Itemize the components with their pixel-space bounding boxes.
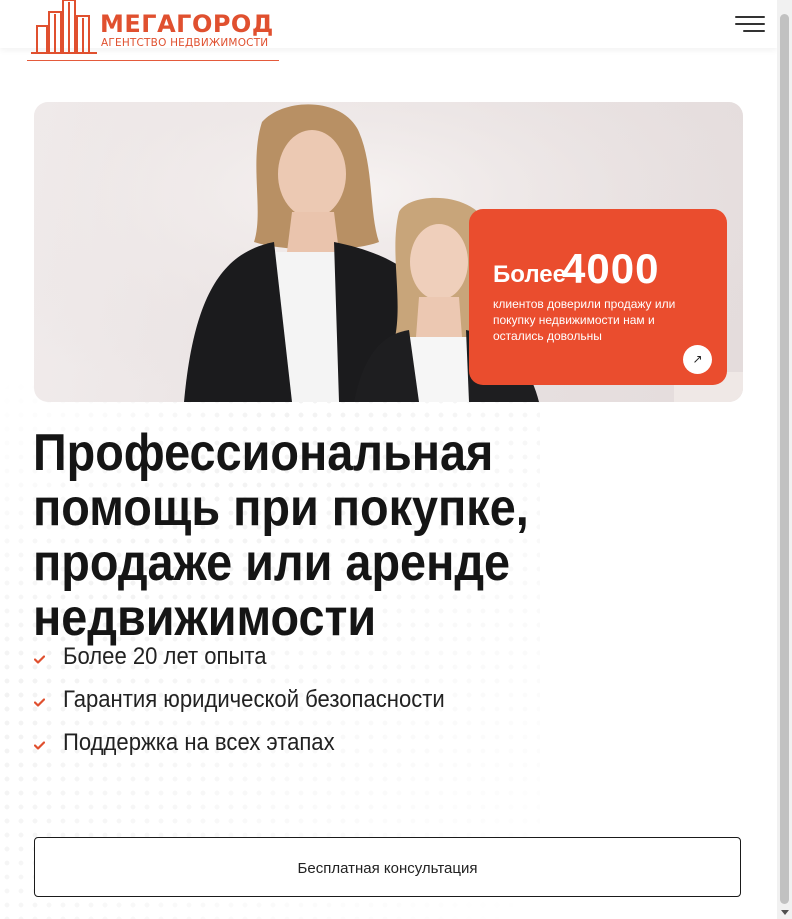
clients-stat-card: Более 4000 клиентов доверили продажу или… xyxy=(469,209,727,385)
scroll-down-arrow-icon[interactable] xyxy=(781,910,789,915)
page-scrollbar[interactable] xyxy=(777,0,792,919)
scrollbar-thumb[interactable] xyxy=(780,14,789,904)
check-icon xyxy=(34,655,45,664)
stat-prefix: Более xyxy=(493,261,566,288)
page-title: Профессиональная помощь при покупке, про… xyxy=(33,424,529,647)
feature-text: Более 20 лет опыта xyxy=(63,643,267,670)
check-icon xyxy=(34,741,45,750)
free-consultation-button[interactable]: Бесплатная консультация xyxy=(34,837,741,897)
stat-number: 4000 xyxy=(562,245,660,292)
check-icon xyxy=(34,698,45,707)
arrow-up-right-icon[interactable]: ↗ xyxy=(683,345,712,374)
site-header: МЕГАГОРОД АГЕНТСТВО НЕДВИЖИМОСТИ xyxy=(0,0,777,61)
hamburger-menu-icon[interactable] xyxy=(735,16,765,32)
brand-name: МЕГАГОРОД xyxy=(100,10,274,38)
feature-text: Поддержка на всех этапах xyxy=(63,729,335,756)
brand-subtitle: АГЕНТСТВО НЕДВИЖИМОСТИ xyxy=(101,37,269,49)
logo[interactable]: МЕГАГОРОД АГЕНТСТВО НЕДВИЖИМОСТИ xyxy=(27,0,279,61)
stat-description: клиентов доверили продажу или покупку не… xyxy=(493,297,676,343)
building-logo-icon xyxy=(31,0,97,54)
feature-text: Гарантия юридической безопасности xyxy=(63,686,445,713)
